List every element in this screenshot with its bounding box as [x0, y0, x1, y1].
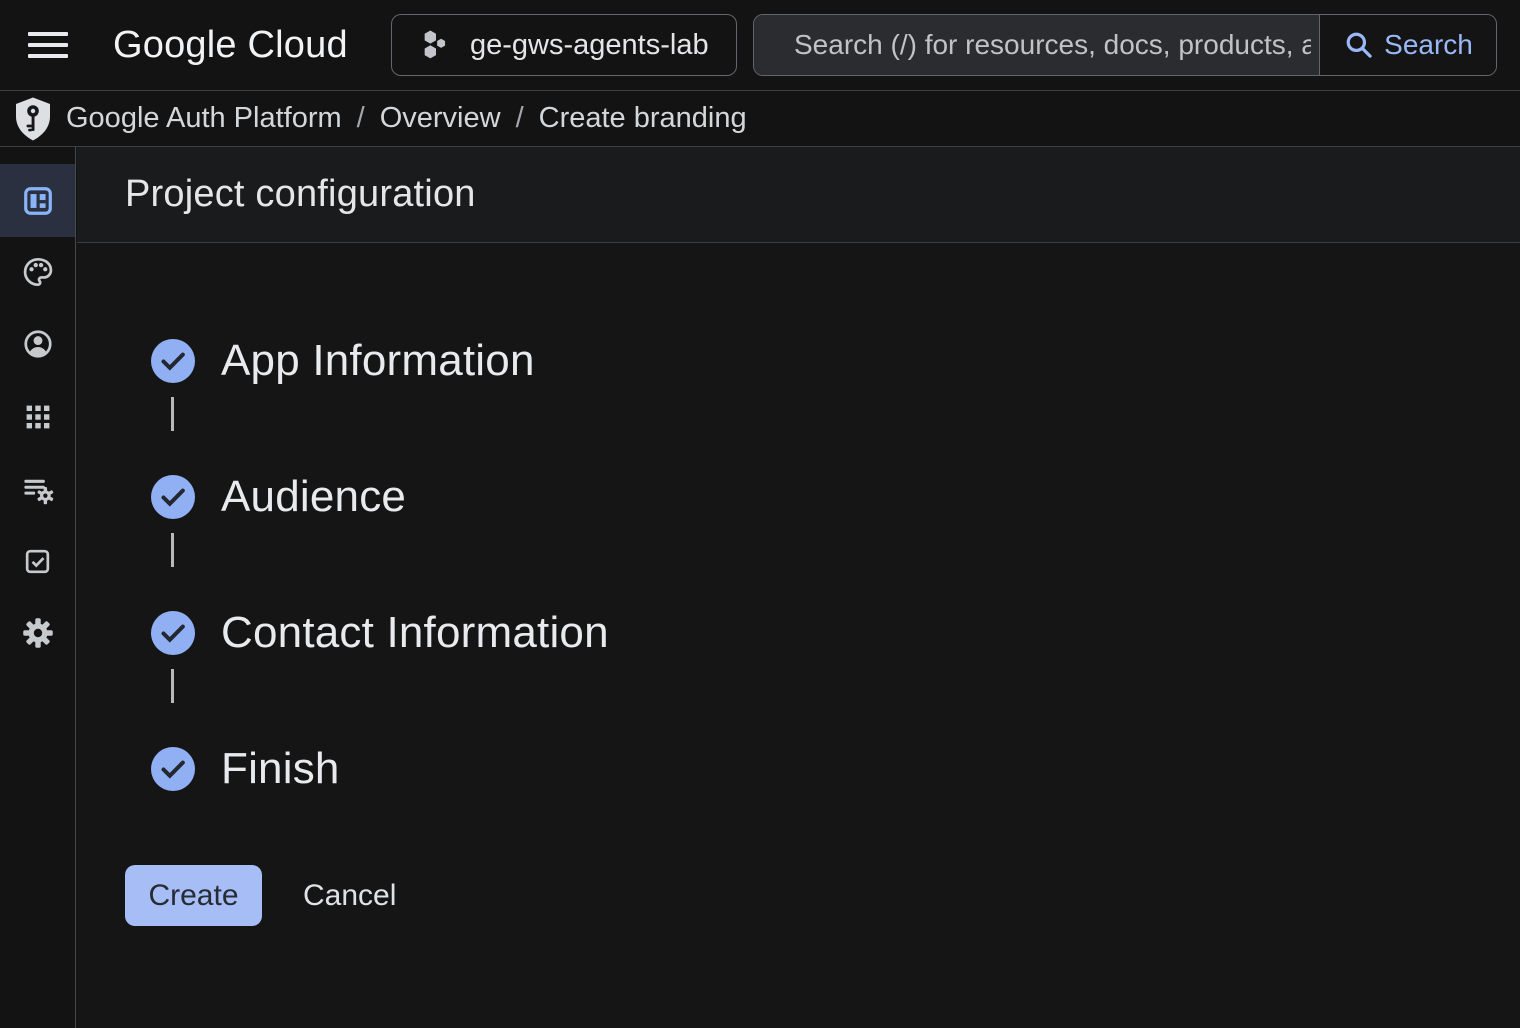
- step-audience: Audience: [77, 473, 406, 521]
- step-finish: Finish: [77, 745, 340, 793]
- step-app-information: App Information: [77, 337, 535, 385]
- auth-platform-shield-key-icon: [13, 96, 53, 142]
- sidebar-item-data-access[interactable]: [0, 454, 75, 526]
- create-button[interactable]: Create: [125, 865, 262, 926]
- google-cloud-logo[interactable]: Google Cloud: [113, 0, 348, 90]
- list-gear-icon: [21, 473, 55, 507]
- step-completed-check-icon: [151, 611, 195, 655]
- gear-icon: [21, 616, 55, 650]
- checkbox-check-icon: [22, 546, 53, 577]
- search-button[interactable]: Search: [1320, 15, 1496, 75]
- step-label: Finish: [221, 744, 340, 794]
- step-connector: [171, 669, 174, 703]
- project-hexagons-icon: [419, 28, 453, 62]
- breadcrumb-overview[interactable]: Overview: [380, 102, 501, 135]
- global-search: Search: [753, 14, 1497, 76]
- form-actions: Create Cancel: [125, 865, 396, 926]
- overview-dashboard-icon: [22, 185, 54, 217]
- step-completed-check-icon: [151, 747, 195, 791]
- sidebar-item-overview[interactable]: [0, 164, 75, 237]
- breadcrumb: Google Auth Platform / Overview / Create…: [0, 91, 1520, 147]
- project-name: ge-gws-agents-lab: [470, 29, 709, 62]
- gcp-console-window: Google Cloud ge-gws-agents-lab Search: [0, 0, 1520, 1028]
- step-completed-check-icon: [151, 475, 195, 519]
- step-label: App Information: [221, 336, 535, 386]
- sidebar-item-audience[interactable]: [0, 308, 75, 380]
- step-label: Contact Information: [221, 608, 609, 658]
- main-menu-button[interactable]: [26, 26, 70, 64]
- top-bar: Google Cloud ge-gws-agents-lab Search: [0, 0, 1520, 91]
- apps-grid-icon: [23, 402, 53, 432]
- breadcrumb-google-auth-platform[interactable]: Google Auth Platform: [66, 102, 342, 135]
- breadcrumb-separator: /: [516, 102, 524, 135]
- page-header: Project configuration: [77, 147, 1520, 243]
- project-selector[interactable]: ge-gws-agents-lab: [391, 14, 737, 76]
- cancel-button[interactable]: Cancel: [303, 879, 396, 913]
- sidebar-item-settings[interactable]: [0, 597, 75, 669]
- palette-icon: [21, 255, 55, 289]
- sidebar-item-clients[interactable]: [0, 381, 75, 453]
- sidebar-item-verification[interactable]: [0, 525, 75, 597]
- step-connector: [171, 397, 174, 431]
- search-input[interactable]: [754, 15, 1320, 75]
- breadcrumb-separator: /: [357, 102, 365, 135]
- page-title: Project configuration: [125, 173, 476, 216]
- step-completed-check-icon: [151, 339, 195, 383]
- search-icon: [1343, 29, 1375, 61]
- sidebar-item-branding[interactable]: [0, 236, 75, 308]
- person-circle-icon: [21, 327, 55, 361]
- search-button-label: Search: [1384, 29, 1473, 61]
- step-label: Audience: [221, 472, 406, 522]
- breadcrumb-current-create-branding: Create branding: [539, 102, 747, 135]
- left-nav-rail: [0, 147, 76, 1028]
- step-contact-information: Contact Information: [77, 609, 609, 657]
- main-panel: Project configuration App Information Au…: [77, 147, 1520, 1028]
- step-connector: [171, 533, 174, 567]
